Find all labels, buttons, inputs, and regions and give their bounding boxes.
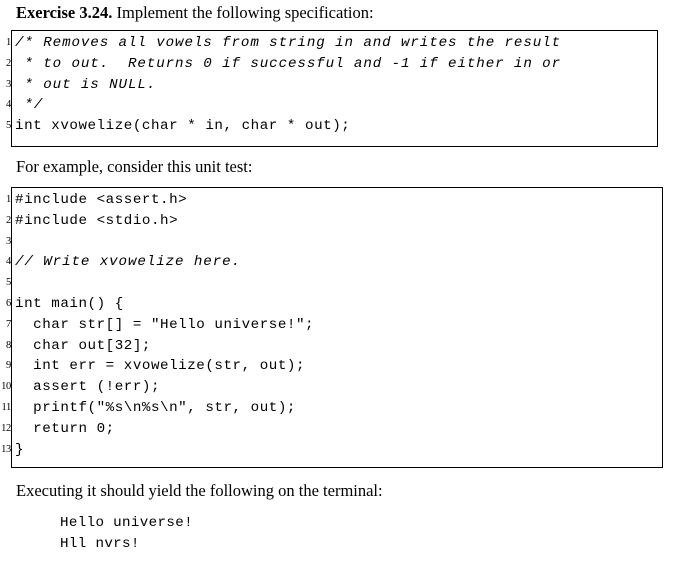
terminal-output-line: Hello universe! bbox=[60, 515, 193, 531]
line-number: 3 bbox=[6, 78, 11, 90]
page-title: Exercise 3.24. Implement the following s… bbox=[16, 3, 374, 23]
line-number: 6 bbox=[6, 297, 11, 309]
code-line: */ bbox=[15, 97, 44, 114]
line-number: 3 bbox=[6, 235, 11, 247]
exercise-heading-text: Implement the following specification: bbox=[112, 3, 374, 22]
line-number: 8 bbox=[6, 339, 11, 351]
line-number: 12 bbox=[1, 422, 11, 434]
code-line: assert (!err); bbox=[15, 379, 161, 396]
code-line: int main() { bbox=[15, 295, 124, 312]
test-code-listing: 1 2 3 4 5 6 7 8 9 10 11 12 13 #include <assert.h> #in… bbox=[0, 187, 663, 468]
code-line: } bbox=[15, 441, 25, 458]
code-line: printf("%s\n%s\n", str, out); bbox=[15, 399, 296, 416]
line-number: 2 bbox=[6, 57, 11, 69]
line-number: 2 bbox=[6, 214, 11, 226]
line-number: 4 bbox=[6, 256, 11, 268]
spec-line-number-gutter: 1 2 3 4 5 bbox=[0, 30, 11, 137]
code-line: char out[32]; bbox=[15, 337, 151, 354]
code-line: int err = xvowelize(str, out); bbox=[15, 358, 306, 375]
code-line: return 0; bbox=[15, 420, 115, 437]
line-number: 5 bbox=[6, 120, 11, 132]
spec-code-box: /* Removes all vowels from string in and… bbox=[11, 30, 658, 147]
code-line: // Write xvowelize here. bbox=[15, 254, 241, 271]
code-line: char str[] = "Hello universe!"; bbox=[15, 316, 315, 333]
line-number: 11 bbox=[1, 401, 11, 413]
code-line: * to out. Returns 0 if successful and -1… bbox=[15, 55, 562, 72]
code-line: int xvowelize(char * in, char * out); bbox=[15, 118, 351, 135]
line-number: 10 bbox=[1, 381, 11, 393]
for-example-text: For example, consider this unit test: bbox=[16, 157, 253, 176]
spec-code-listing: 1 2 3 4 5 /* Removes all vowels from string … bbox=[0, 30, 658, 147]
line-number: 9 bbox=[6, 360, 11, 372]
terminal-output-block: Hello universe! Hll nvrs! bbox=[60, 513, 193, 555]
code-line: /* Removes all vowels from string in and… bbox=[15, 35, 562, 51]
test-code-box: #include <assert.h> #include <stdio.h> //… bbox=[11, 187, 663, 468]
exercise-number: Exercise 3.24. bbox=[16, 3, 113, 22]
line-number: 7 bbox=[6, 318, 11, 330]
line-number: 13 bbox=[1, 443, 11, 455]
executing-text: Executing it should yield the following … bbox=[16, 481, 383, 500]
line-number: 1 bbox=[6, 194, 11, 205]
code-line: #include <stdio.h> bbox=[15, 212, 179, 229]
terminal-output-line: Hll nvrs! bbox=[60, 536, 140, 552]
line-number: 4 bbox=[6, 99, 11, 111]
line-number: 5 bbox=[6, 277, 11, 289]
test-line-number-gutter: 1 2 3 4 5 6 7 8 9 10 11 12 13 bbox=[0, 187, 11, 460]
code-line: #include <assert.h> bbox=[15, 192, 188, 208]
code-line: * out is NULL. bbox=[15, 76, 157, 93]
line-number: 1 bbox=[6, 37, 11, 48]
